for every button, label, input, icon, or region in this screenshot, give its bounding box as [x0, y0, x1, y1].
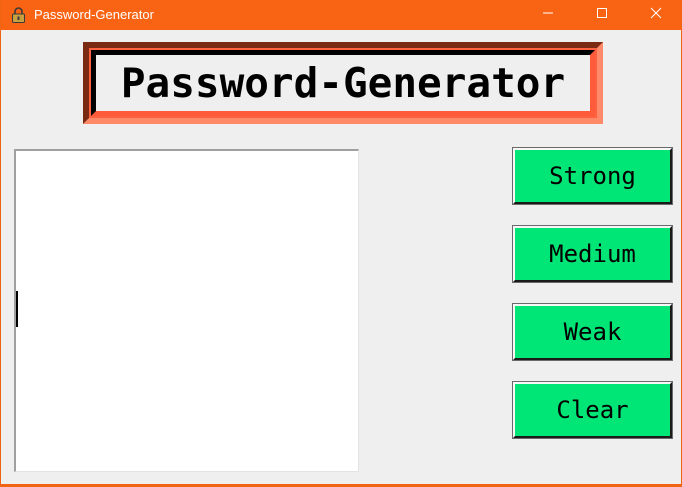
maximize-button[interactable] — [579, 0, 625, 30]
window-title: Password-Generator — [34, 7, 154, 22]
close-button[interactable] — [633, 0, 679, 30]
page-title: Password-Generator — [120, 59, 566, 107]
clear-button[interactable]: Clear — [512, 381, 673, 439]
app-window: Password-Generator Password-Generator St… — [0, 0, 682, 487]
medium-button[interactable]: Medium — [512, 225, 673, 283]
lock-icon[interactable] — [11, 7, 26, 23]
text-cursor — [16, 291, 18, 327]
header-label-inner: Password-Generator — [91, 50, 595, 116]
minimize-icon — [542, 6, 554, 24]
title-bar[interactable]: Password-Generator — [1, 0, 681, 30]
header-label-frame: Password-Generator — [83, 42, 603, 124]
weak-button[interactable]: Weak — [512, 303, 673, 361]
password-output-textarea[interactable] — [14, 149, 359, 472]
minimize-button[interactable] — [525, 0, 571, 30]
close-icon — [650, 6, 662, 24]
strong-button[interactable]: Strong — [512, 147, 673, 205]
maximize-icon — [596, 6, 608, 24]
